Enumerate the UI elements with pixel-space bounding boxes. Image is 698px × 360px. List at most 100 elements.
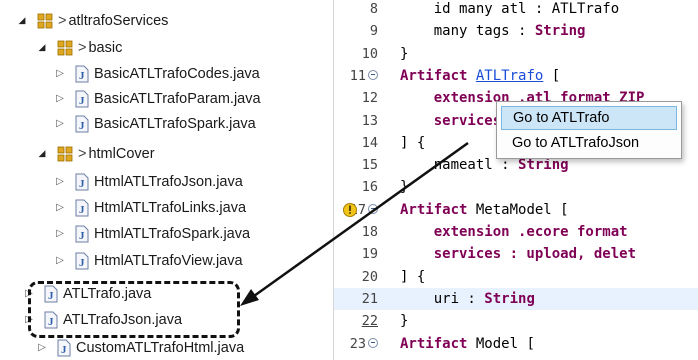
- keyword-token: services : upload, delet: [400, 246, 637, 263]
- expand-arrow-icon[interactable]: ◢: [34, 42, 50, 53]
- tree-file[interactable]: ▷ J BasicATLTrafoParam.java: [52, 87, 261, 110]
- hyperlink-popup-menu: Go to ATLTrafo Go to ATLTrafoJson: [496, 101, 682, 159]
- keyword-token: Artifact: [400, 201, 468, 218]
- java-file-icon: J: [75, 225, 89, 242]
- code-line[interactable]: 11 Artifact ATLTrafo [: [334, 65, 698, 87]
- code-text: ] {: [400, 132, 425, 154]
- line-number: 11: [349, 67, 366, 84]
- expand-arrow-icon[interactable]: ◢: [14, 15, 30, 26]
- warning-icon[interactable]: [342, 202, 358, 218]
- tree-node-label: basic: [88, 39, 123, 56]
- tree-file[interactable]: ▷ J HtmlATLTrafoLinks.java: [52, 196, 246, 219]
- file-name: BasicATLTrafoCodes.java: [94, 65, 260, 82]
- svg-text:J: J: [79, 257, 85, 269]
- collapse-arrow-icon[interactable]: ▷: [52, 255, 68, 266]
- code-line[interactable]: 9 many tags : String: [334, 20, 698, 42]
- svg-text:J: J: [79, 230, 85, 242]
- menu-item-go-to-atltrafo[interactable]: Go to ATLTrafo: [501, 106, 677, 130]
- package-icon: [57, 146, 73, 161]
- code-text: }: [400, 43, 408, 65]
- code-line[interactable]: 23 Artifact Model [: [334, 333, 698, 355]
- tree-file[interactable]: ▷ J HtmlATLTrafoSpark.java: [52, 222, 250, 245]
- svg-text:J: J: [79, 95, 85, 107]
- java-file-icon: J: [75, 115, 89, 132]
- code-line[interactable]: 8 id many atl : ATLTrafo: [334, 0, 698, 20]
- menu-item-go-to-atltrafojson[interactable]: Go to ATLTrafoJson: [501, 131, 677, 155]
- java-file-icon: J: [75, 90, 89, 107]
- line-number: 19: [361, 246, 378, 263]
- tree-node-label: htmlCover: [88, 145, 155, 162]
- fold-icon[interactable]: [368, 337, 378, 348]
- java-file-icon: J: [75, 65, 89, 82]
- keyword-token: String: [534, 23, 586, 40]
- keyword-token: String: [484, 290, 535, 307]
- code-line[interactable]: 18 extension .ecore format: [334, 221, 698, 243]
- tree-node-htmlcover[interactable]: ◢ > htmlCover: [34, 142, 155, 165]
- code-token: ] {: [400, 268, 426, 285]
- code-line[interactable]: 21 uri : String: [334, 287, 698, 310]
- collapse-arrow-icon[interactable]: ▷: [52, 228, 68, 239]
- file-name: CustomATLTrafoHtml.java: [76, 339, 245, 356]
- tree-file[interactable]: ▷ J HtmlATLTrafoJson.java: [52, 170, 243, 193]
- code-line[interactable]: 16}: [334, 176, 698, 198]
- code-text: extension .ecore format: [400, 221, 628, 243]
- tree-file[interactable]: ▷ J BasicATLTrafoSpark.java: [52, 112, 256, 135]
- java-file-icon: J: [75, 199, 89, 216]
- code-token: nameatl :: [400, 157, 519, 174]
- code-token: id many atl : ATLTrafo: [400, 1, 620, 17]
- java-file-icon: J: [57, 339, 71, 356]
- java-file-icon: J: [75, 252, 89, 269]
- collapse-arrow-icon[interactable]: ▷: [52, 93, 68, 104]
- code-text: ] {: [400, 266, 425, 288]
- collapse-arrow-icon[interactable]: ▷: [52, 118, 68, 129]
- code-text: Artifact MetaModel [: [400, 199, 569, 221]
- line-number: 23: [349, 335, 366, 352]
- code-text: Artifact Model [: [400, 333, 535, 355]
- code-editor[interactable]: 8 id many atl : ATLTrafo 9 many tags : St…: [334, 0, 698, 360]
- tree-file[interactable]: ▷ J HtmlATLTrafoView.java: [52, 249, 243, 272]
- line-number: 14: [361, 134, 378, 151]
- keyword-token: Artifact: [400, 335, 468, 352]
- file-name: HtmlATLTrafoSpark.java: [94, 225, 251, 242]
- line-number: 16: [361, 179, 378, 196]
- code-line[interactable]: 20] {: [334, 266, 698, 288]
- code-token: }: [400, 179, 409, 196]
- code-text: }: [400, 310, 408, 332]
- code-line[interactable]: 10}: [334, 43, 698, 65]
- package-icon: [57, 40, 73, 55]
- code-token: many tags :: [400, 23, 535, 40]
- fold-icon[interactable]: [368, 69, 378, 80]
- expand-arrow-icon[interactable]: ◢: [34, 148, 50, 159]
- code-text: id many atl : ATLTrafo: [400, 0, 619, 20]
- code-line[interactable]: 19 services : upload, delet: [334, 243, 698, 265]
- code-line[interactable]: 17 Artifact MetaModel [: [334, 199, 698, 221]
- collapse-arrow-icon[interactable]: ▷: [34, 342, 50, 353]
- collapse-arrow-icon[interactable]: ▷: [52, 176, 68, 187]
- tree-node-root[interactable]: ◢ > atltrafoServices: [14, 9, 169, 32]
- keyword-token: extension .ecore format: [400, 224, 628, 240]
- code-text: Artifact ATLTrafo [: [400, 65, 560, 87]
- line-number: 8: [369, 1, 378, 17]
- hyperlink-token[interactable]: ATLTrafo: [476, 68, 543, 84]
- line-number: 9: [369, 23, 378, 40]
- keyword-token: String: [518, 157, 569, 174]
- tree-file[interactable]: ▷ J CustomATLTrafoHtml.java: [34, 336, 244, 359]
- highlight-box: [28, 281, 240, 338]
- package-icon: [37, 13, 53, 28]
- collapse-arrow-icon[interactable]: ▷: [52, 68, 68, 79]
- tree-file[interactable]: ▷ J BasicATLTrafoCodes.java: [52, 62, 260, 85]
- fold-icon[interactable]: [368, 203, 378, 214]
- code-line[interactable]: 22}: [334, 310, 698, 332]
- code-token: [: [543, 67, 561, 84]
- code-text: uri : String: [400, 288, 535, 310]
- tree-node-label: atltrafoServices: [68, 12, 169, 29]
- code-token: ] {: [400, 134, 426, 151]
- code-token: uri :: [400, 290, 485, 307]
- collapse-arrow-icon[interactable]: ▷: [52, 202, 68, 213]
- file-name: HtmlATLTrafoJson.java: [94, 173, 243, 190]
- code-text: many tags : String: [400, 20, 586, 42]
- keyword-token: Artifact: [400, 67, 468, 84]
- tree-node-basic[interactable]: ◢ > basic: [34, 36, 123, 59]
- git-marker: >: [78, 145, 87, 162]
- git-marker: >: [78, 39, 87, 56]
